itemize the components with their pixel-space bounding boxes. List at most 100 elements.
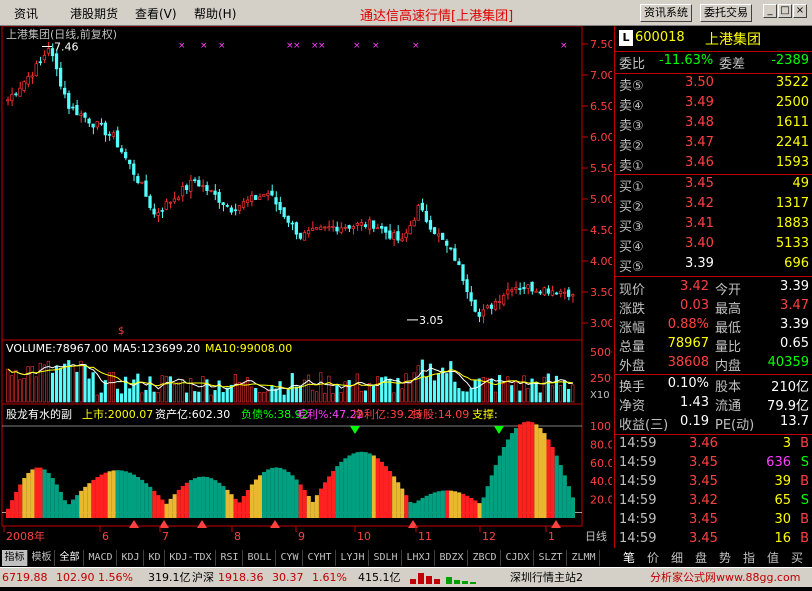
tab-sdlh[interactable]: SDLH: [370, 550, 402, 566]
tab-zlmm[interactable]: ZLMM: [568, 550, 600, 566]
volume-bar: [550, 385, 554, 403]
tab-macd[interactable]: MACD: [85, 550, 117, 566]
menu-view[interactable]: 查看(V): [135, 5, 177, 22]
ma5-label: MA5:123699.20: [113, 342, 200, 355]
indicator-bar: [318, 488, 324, 518]
x-label: 6: [102, 530, 109, 543]
indicator-bar: [176, 489, 181, 518]
indicator-bar: [75, 495, 80, 518]
candle-body: [294, 222, 298, 235]
volume-bar: [542, 376, 546, 403]
ask-row[interactable]: 卖② 3.47 2241: [615, 135, 812, 155]
candle-body: [522, 287, 526, 290]
tab-lhxj[interactable]: LHXJ: [403, 550, 435, 566]
indicator-bar: [205, 476, 210, 518]
ask-row[interactable]: 卖④ 3.49 2500: [615, 95, 812, 115]
minimize-icon[interactable]: _: [763, 4, 777, 18]
candle-body: [38, 61, 42, 64]
volume-bar: [26, 366, 30, 403]
tab-指标[interactable]: 指标: [2, 550, 28, 566]
tab-全部[interactable]: 全部: [56, 550, 84, 566]
candle-body: [380, 225, 384, 229]
indicator-bar: [197, 476, 202, 518]
panel-tab[interactable]: 势: [714, 550, 736, 566]
panel-tab[interactable]: 细: [666, 550, 688, 566]
panel-tab[interactable]: 指: [738, 550, 760, 566]
tab-rsi[interactable]: RSI: [217, 550, 243, 566]
indicator-bar: [274, 467, 279, 518]
indicator-bar: [278, 467, 283, 518]
menu-zixun[interactable]: 资讯: [14, 5, 38, 22]
panel-tab[interactable]: 价: [642, 550, 664, 566]
panel-tab[interactable]: 买: [786, 550, 808, 566]
tab-zbcd[interactable]: ZBCD: [469, 550, 501, 566]
panel-tab[interactable]: 笔: [618, 550, 640, 566]
info-system-button[interactable]: 资讯系统: [640, 4, 692, 22]
indicator-bar: [253, 479, 258, 518]
trade-button[interactable]: 委托交易: [700, 4, 752, 22]
candle-body: [408, 225, 412, 235]
wei-bi-value: -11.63%: [659, 53, 714, 68]
tick-row[interactable]: 14:59 3.45 39 B: [615, 474, 812, 494]
volume-bar: [457, 388, 461, 403]
bid-row[interactable]: 买② 3.42 1317: [615, 196, 812, 216]
bid-row[interactable]: 买① 3.45 49: [615, 176, 812, 196]
tab-boll[interactable]: BOLL: [244, 550, 276, 566]
ask-row[interactable]: 卖① 3.46 1593: [615, 155, 812, 175]
volume-bar: [201, 376, 205, 403]
indicator-bar: [229, 494, 234, 518]
indicator-bar: [522, 422, 527, 518]
bid-row[interactable]: 买④ 3.40 5133: [615, 236, 812, 256]
tab-kdj[interactable]: KDJ: [118, 550, 144, 566]
tick-row[interactable]: 14:59 3.45 30 B: [615, 512, 812, 532]
stat-row: 收益(三) 0.19 PE(动) 13.7: [615, 414, 812, 434]
volume-bar: [534, 382, 538, 403]
ask-row[interactable]: 卖⑤ 3.50 3522: [615, 75, 812, 95]
menu-ganggu[interactable]: 港股期货: [70, 5, 118, 22]
candle-body: [530, 281, 534, 292]
ask-row[interactable]: 卖③ 3.48 1611: [615, 115, 812, 135]
stat-row: 净资 1.43 流通 79.9亿: [615, 395, 812, 415]
tab-bdzx[interactable]: BDZX: [436, 550, 468, 566]
maximize-icon[interactable]: □: [778, 4, 792, 18]
tab-cyht[interactable]: CYHT: [304, 550, 336, 566]
volume-bar: [241, 382, 246, 403]
candle-body: [205, 185, 209, 191]
candle-body: [453, 248, 457, 261]
bid-price: 3.41: [685, 216, 714, 231]
close-icon[interactable]: ×: [793, 4, 807, 18]
menu-help[interactable]: 帮助(H): [194, 5, 236, 22]
tab-kdj-tdx[interactable]: KDJ-TDX: [166, 550, 216, 566]
bid-price: 3.42: [685, 196, 714, 211]
app-title: 通达信高速行情[上港集团]: [360, 9, 514, 24]
tick-row[interactable]: 14:59 3.46 3 B: [615, 436, 812, 456]
tick-row[interactable]: 14:59 3.45 636 S: [615, 455, 812, 475]
tab-kd[interactable]: KD: [145, 550, 165, 566]
vol-tick-label: 25000: [590, 372, 612, 385]
tick-row[interactable]: 14:59 3.42 65 S: [615, 493, 812, 513]
candle-body: [400, 238, 404, 242]
candle-body: [79, 113, 83, 116]
server-name[interactable]: 深圳行情主站2: [510, 568, 583, 587]
panel-tab[interactable]: 盘: [690, 550, 712, 566]
volume-bar: [71, 364, 75, 403]
tick-row[interactable]: 14:59 3.45 16 B: [615, 531, 812, 551]
panel-tab[interactable]: 值: [762, 550, 784, 566]
bid-row[interactable]: 买⑤ 3.39 696: [615, 256, 812, 276]
candle-body: [83, 112, 87, 118]
bid-price: 3.39: [685, 256, 714, 271]
indicator-bar: [95, 476, 100, 518]
kline-chart-area[interactable]: 7.50 7.00 6.50 6.00 5.50 5.00 4.50 4.00 3.50 3.00…: [0, 26, 612, 548]
volume-label: VOLUME:78967.00: [6, 342, 108, 355]
tab-模板[interactable]: 模板: [29, 550, 55, 566]
volume-bar: [6, 368, 10, 403]
tab-cyw[interactable]: CYW: [277, 550, 303, 566]
tab-cjdx[interactable]: CJDX: [502, 550, 534, 566]
tab-slzt[interactable]: SLZT: [535, 550, 567, 566]
bid-row[interactable]: 买③ 3.41 1883: [615, 216, 812, 236]
candle-body: [119, 148, 124, 153]
stat-value: 3.42: [680, 279, 709, 294]
tab-lyjh[interactable]: LYJH: [337, 550, 369, 566]
kline-svg[interactable]: 7.50 7.00 6.50 6.00 5.50 5.00 4.50 4.00 3.50 3.00…: [0, 26, 612, 548]
indicator-bar: [34, 467, 39, 518]
